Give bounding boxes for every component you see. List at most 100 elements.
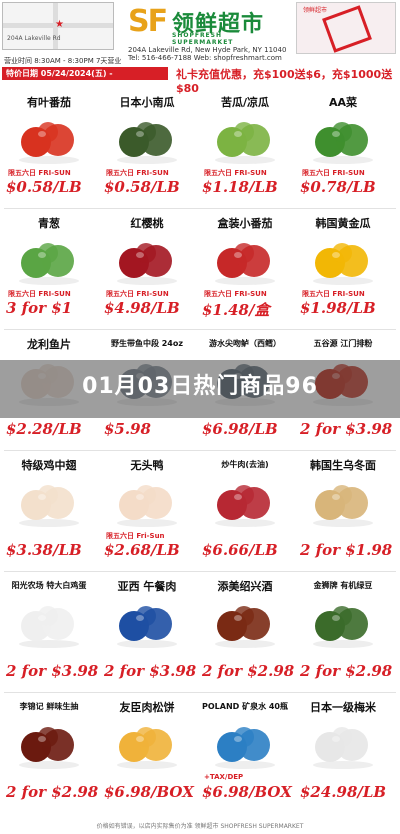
logo-english: SHOPFRESH SUPERMARKET — [172, 32, 234, 46]
store-map-right: 领鲜超市 — [296, 2, 396, 54]
product-name: 日本一级梅米 — [310, 701, 376, 714]
product-card: 韩国生乌冬面 2 for $1.98 — [298, 453, 393, 569]
product-image — [112, 473, 182, 529]
product-name: 韩国黄金瓜 — [315, 217, 371, 230]
product-price: $0.58/LB — [104, 178, 180, 196]
product-card: 李锦记 鲜味生抽 2 for $2.98 — [4, 695, 99, 811]
product-image — [14, 231, 84, 287]
product-limit: 限五六日 FRI-SUN — [204, 290, 267, 298]
product-card: AA菜限五六日 FRI-SUN $0.78/LB — [298, 90, 388, 206]
product-name: 有叶番茄 — [27, 96, 71, 109]
map-label: 204A Lakeville Rd — [7, 35, 61, 42]
product-price: 3 for $1 — [6, 299, 73, 317]
product-image — [14, 473, 84, 529]
product-name: 龙利鱼片 — [27, 338, 71, 351]
product-name: 友臣肉松饼 — [119, 701, 175, 714]
product-image — [112, 715, 182, 771]
product-price: 2 for $3.98 — [300, 420, 393, 438]
product-name: 五谷源 江门排粉 — [313, 339, 373, 348]
product-price: $0.78/LB — [300, 178, 376, 196]
row-divider — [4, 208, 396, 209]
product-price: $5.98 — [104, 420, 151, 438]
product-card: POLAND 矿泉水 40瓶 +TAX/DEP $6.98/BOX — [200, 695, 292, 811]
store-building-icon — [322, 5, 372, 53]
product-price: 2 for $2.98 — [6, 783, 99, 801]
row-divider — [4, 329, 396, 330]
product-price: $6.98/BOX — [104, 783, 194, 801]
product-price: 2 for $3.98 — [6, 662, 99, 680]
product-limit: 限五六日 FRI-SUN — [302, 169, 365, 177]
row-divider — [4, 450, 396, 451]
product-limit: 限五六日 FRI-SUN — [302, 290, 365, 298]
product-limit: +TAX/DEP — [204, 773, 244, 781]
product-image — [308, 715, 378, 771]
product-card: 特级鸡中翅 $3.38/LB — [4, 453, 94, 569]
product-name: 无头鸭 — [130, 459, 164, 472]
product-price: $6.98/LB — [202, 420, 278, 438]
product-price: $1.48/盒 — [202, 301, 270, 319]
product-card: 阳光农场 特大白鸡蛋 2 for $3.98 — [4, 574, 99, 690]
product-name: 炒牛肉(去油) — [221, 460, 269, 469]
product-image — [112, 231, 182, 287]
product-name: 盒装小番茄 — [217, 217, 273, 230]
product-name: 野生带鱼中段 24oz — [110, 339, 184, 348]
product-price: $4.98/LB — [104, 299, 180, 317]
valid-dates-bar: 特价日期 05/24/2024(五) - 05/30/2024(四) — [2, 67, 168, 91]
product-image — [308, 594, 378, 650]
product-card: 无头鸭 限五六日 Fri-Sun $2.68/LB — [102, 453, 192, 569]
flyer-header: ★ 204A Lakeville Rd SF 领鲜超市 SHOPFRESH SU… — [0, 0, 400, 95]
logo-sf: SF — [128, 4, 168, 39]
product-price: $3.38/LB — [6, 541, 82, 559]
product-image — [14, 715, 84, 771]
product-image — [210, 473, 280, 529]
product-limit: 限五六日 FRI-SUN — [106, 169, 169, 177]
product-price: $1.18/LB — [202, 178, 278, 196]
product-price: $24.98/LB — [300, 783, 387, 801]
product-card: 红樱桃限五六日 FRI-SUN $4.98/LB — [102, 211, 192, 327]
product-card: 青葱限五六日 FRI-SUN 3 for $1 — [4, 211, 94, 327]
product-price: 2 for $2.98 — [202, 662, 295, 680]
product-price: $1.98/LB — [300, 299, 376, 317]
overlay-title: 01月03日热门商品96 — [82, 374, 318, 399]
product-image — [308, 110, 378, 166]
product-price: $6.66/LB — [202, 541, 278, 559]
product-name: 青葱 — [38, 217, 60, 230]
product-card: 炒牛肉(去油) $6.66/LB — [200, 453, 290, 569]
product-price: 2 for $1.98 — [300, 541, 393, 559]
product-name: 李锦记 鲜味生抽 — [19, 702, 79, 711]
product-limit: 限五六日 FRI-SUN — [204, 169, 267, 177]
product-name: 苦瓜/凉瓜 — [220, 96, 270, 109]
product-price: $2.68/LB — [104, 541, 180, 559]
store-logo: SF 领鲜超市 SHOPFRESH SUPERMARKET — [128, 4, 268, 46]
product-image — [210, 715, 280, 771]
product-card: 亚西 午餐肉 2 for $3.98 — [102, 574, 197, 690]
product-card: 苦瓜/凉瓜限五六日 FRI-SUN $1.18/LB — [200, 90, 290, 206]
product-image — [14, 110, 84, 166]
product-card: 添美绍兴酒 2 for $2.98 — [200, 574, 295, 690]
product-limit: 限五六日 FRI-SUN — [106, 290, 169, 298]
product-name: 金狮牌 有机绿豆 — [313, 581, 373, 590]
product-name: 特级鸡中翅 — [21, 459, 77, 472]
product-name: POLAND 矿泉水 40瓶 — [202, 702, 288, 711]
product-name: AA菜 — [328, 96, 358, 109]
footer-note: 价格如有错误，以店内实际售价为准 领鲜超市 SHOPFRESH SUPERMAR… — [96, 823, 304, 830]
map-right-label: 领鲜超市 — [303, 7, 328, 14]
product-image — [308, 473, 378, 529]
product-price: $6.98/BOX — [202, 783, 292, 801]
product-limit: 限五六日 FRI-SUN — [8, 169, 71, 177]
row-divider — [4, 692, 396, 693]
product-limit: 限五六日 FRI-SUN — [8, 290, 71, 298]
product-image — [112, 594, 182, 650]
product-card: 日本小南瓜限五六日 FRI-SUN $0.58/LB — [102, 90, 192, 206]
product-price: 2 for $3.98 — [104, 662, 197, 680]
product-name: 日本小南瓜 — [119, 96, 175, 109]
row-divider — [4, 571, 396, 572]
product-image — [112, 110, 182, 166]
product-name: 红樱桃 — [130, 217, 164, 230]
product-price: 2 for $2.98 — [300, 662, 393, 680]
product-image — [210, 594, 280, 650]
product-card: 韩国黄金瓜限五六日 FRI-SUN $1.98/LB — [298, 211, 388, 327]
product-image — [210, 231, 280, 287]
product-name: 阳光农场 特大白鸡蛋 — [11, 581, 87, 590]
product-name: 亚西 午餐肉 — [117, 580, 177, 593]
